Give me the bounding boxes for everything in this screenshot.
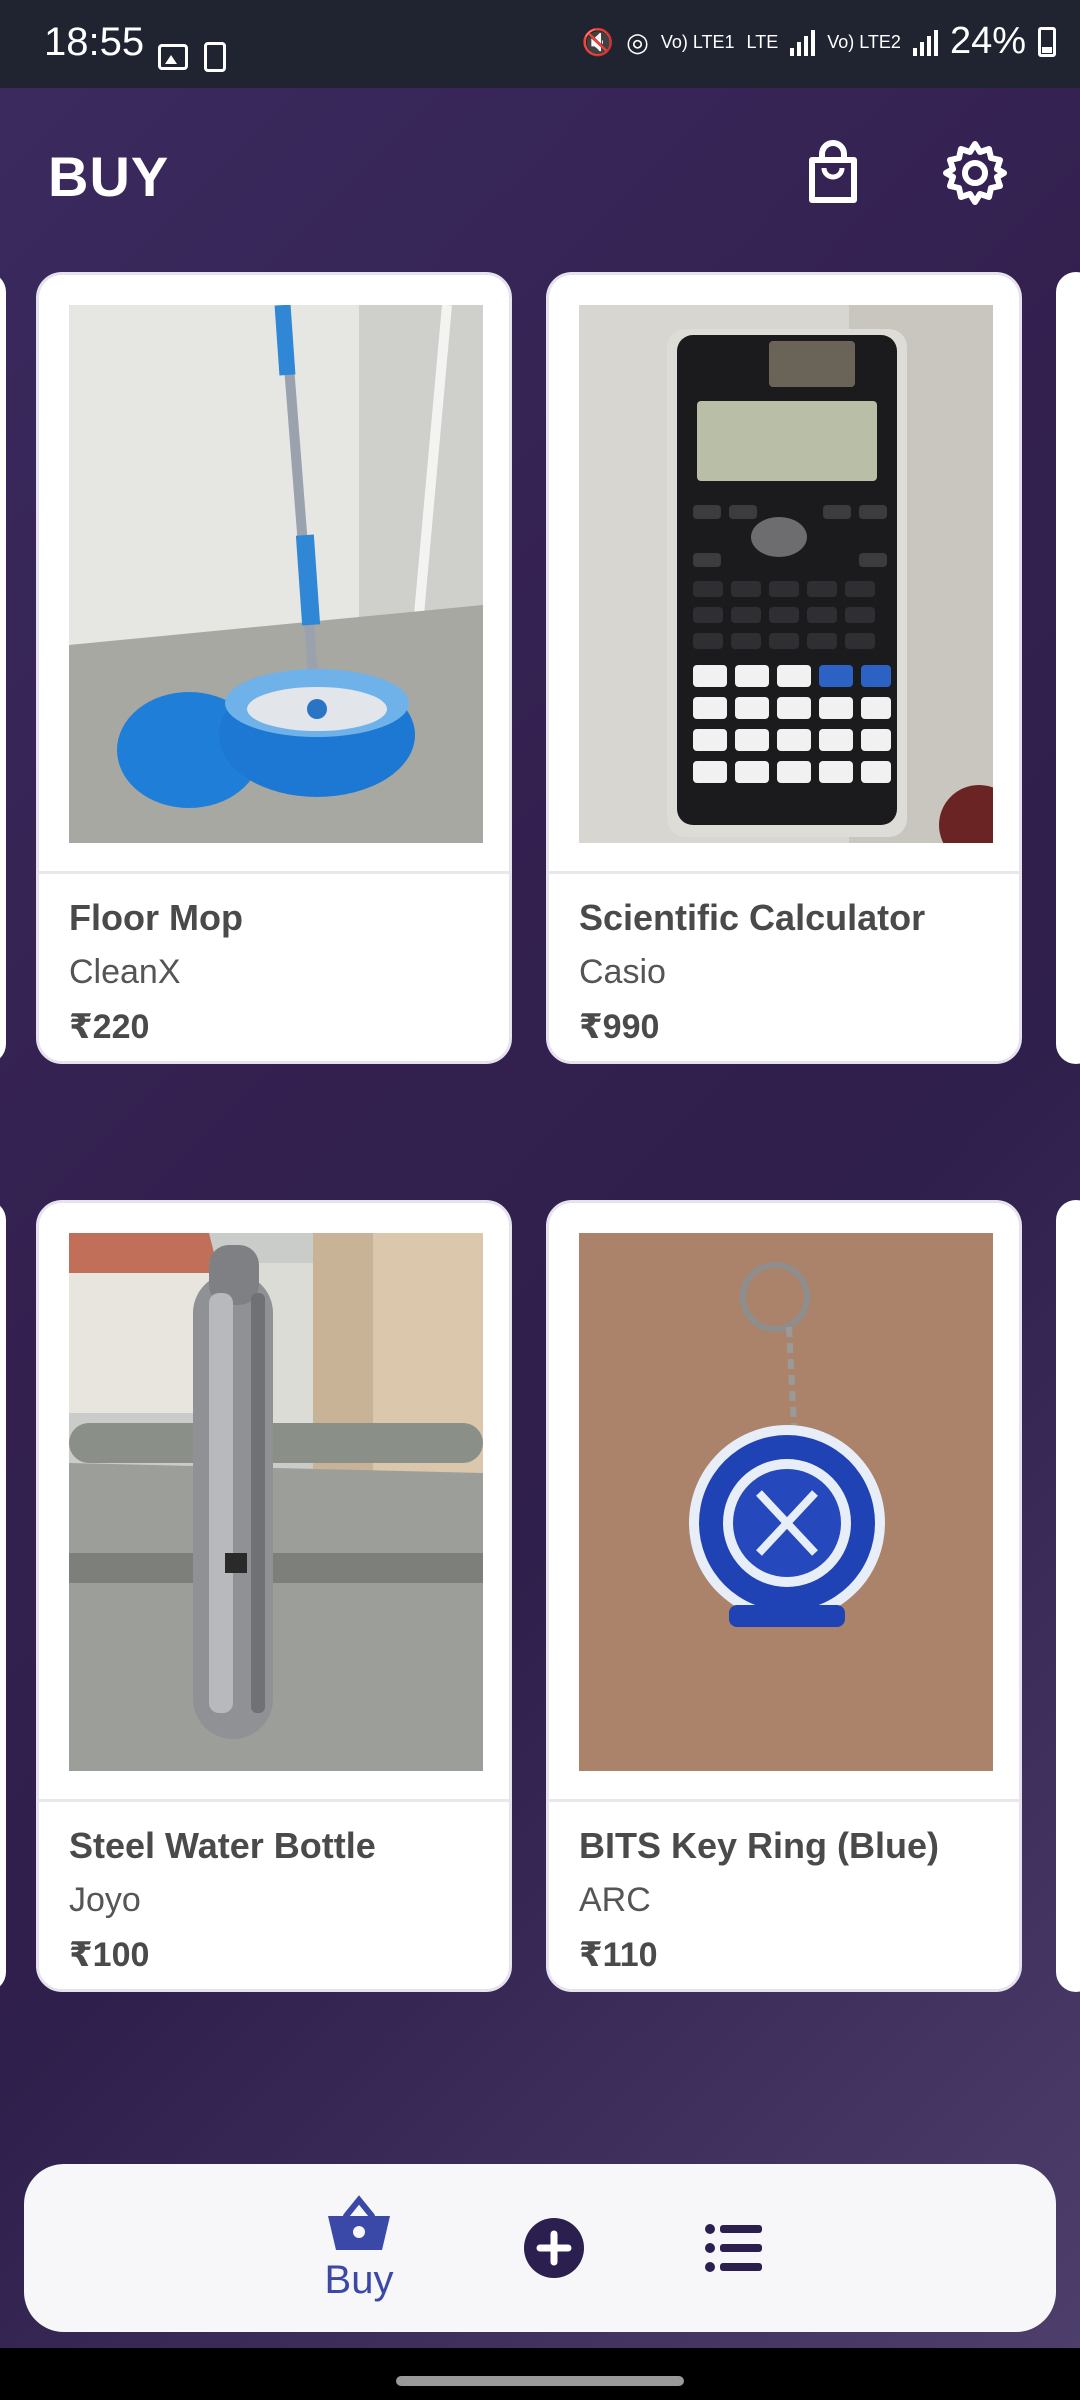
product-price: ₹990 xyxy=(579,1008,660,1046)
shopping-bag-icon[interactable] xyxy=(798,138,868,208)
product-card[interactable]: Floor Mop CleanX ₹220 xyxy=(36,272,512,1064)
product-price: ₹220 xyxy=(69,1008,150,1046)
product-card[interactable]: Scientific Calculator Casio ₹990 xyxy=(546,272,1022,1064)
network-label-3: Vo) LTE2 xyxy=(827,31,901,52)
product-brand: Casio xyxy=(579,953,666,991)
next-card-peek xyxy=(1056,272,1080,1064)
product-name: Steel Water Bottle xyxy=(69,1825,376,1866)
previous-card-peek xyxy=(0,272,6,1064)
product-price: ₹100 xyxy=(69,1936,150,1974)
nav-buy[interactable]: Buy xyxy=(274,2164,444,2332)
card-divider xyxy=(549,1799,1019,1802)
phone-notification-icon xyxy=(204,42,226,72)
product-name: Floor Mop xyxy=(69,897,243,938)
status-bar: 18:55 🔇 ◎ Vo) LTE1 LTE Vo) LTE2 24% xyxy=(0,0,1080,88)
product-brand: ARC xyxy=(579,1881,651,1919)
card-divider xyxy=(39,1799,509,1802)
signal-1-icon xyxy=(790,28,816,56)
mop-photo xyxy=(69,305,483,843)
app-screen: BUY Floor Mop CleanX ₹220 Scientific Cal… xyxy=(0,88,1080,2348)
gesture-navigation-area xyxy=(0,2348,1080,2400)
product-price: ₹110 xyxy=(579,1936,658,1974)
signal-2-icon xyxy=(912,28,938,56)
product-card[interactable]: Steel Water Bottle Joyo ₹100 xyxy=(36,1200,512,1992)
home-gesture-handle[interactable] xyxy=(396,2376,684,2386)
status-time: 18:55 xyxy=(44,20,145,64)
basket-icon xyxy=(328,2194,390,2250)
calculator-photo xyxy=(579,305,993,843)
nav-buy-label: Buy xyxy=(324,2257,394,2302)
nav-list[interactable] xyxy=(664,2164,804,2332)
product-card[interactable]: BITS Key Ring (Blue) ARC ₹110 xyxy=(546,1200,1022,1992)
product-brand: Joyo xyxy=(69,1881,141,1919)
battery-icon xyxy=(1038,26,1056,57)
keyring-photo xyxy=(579,1233,993,1771)
network-label-2: LTE xyxy=(746,31,779,52)
add-circle-icon xyxy=(524,2218,584,2278)
settings-gear-icon[interactable] xyxy=(940,138,1010,208)
previous-card-peek xyxy=(0,1200,6,1992)
page-title: BUY xyxy=(48,145,170,208)
network-label-1: Vo) LTE1 xyxy=(660,31,735,52)
next-card-peek xyxy=(1056,1200,1080,1992)
bottom-navigation: Buy xyxy=(24,2164,1056,2332)
product-brand: CleanX xyxy=(69,953,181,991)
product-name: Scientific Calculator xyxy=(579,897,926,938)
product-name: BITS Key Ring (Blue) xyxy=(579,1825,940,1866)
mute-icon: 🔇 xyxy=(581,26,615,57)
battery-percent: 24% xyxy=(949,20,1026,62)
card-divider xyxy=(39,871,509,874)
hotspot-icon: ◎ xyxy=(626,26,649,57)
card-divider xyxy=(549,871,1019,874)
nav-add[interactable] xyxy=(494,2164,614,2332)
list-icon xyxy=(705,2224,762,2272)
status-indicators: 🔇 ◎ Vo) LTE1 LTE Vo) LTE2 24% xyxy=(582,20,1056,63)
status-notifications xyxy=(158,42,226,72)
bottle-photo xyxy=(69,1233,483,1771)
image-notification-icon xyxy=(158,44,188,70)
